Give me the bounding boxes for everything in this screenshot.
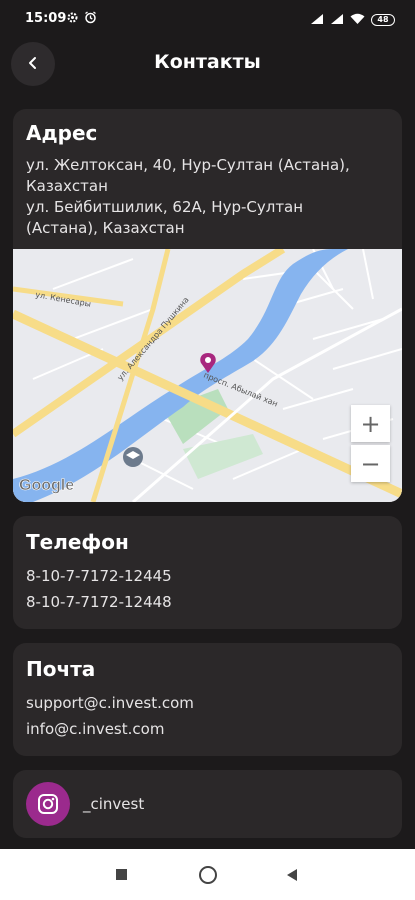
address-line: ул. Бейбитшилик, 62А, Нур-Султан (26, 198, 304, 216)
back-nav-icon[interactable] (286, 867, 298, 886)
recents-button[interactable] (116, 869, 127, 880)
instagram-card[interactable]: _cinvest (13, 770, 402, 838)
address-line: ул. Желтоксан, 40, Нур-Султан (Астана), (26, 156, 350, 174)
mail-card: Почта support@c.invest.com info@c.invest… (13, 643, 402, 756)
app-header: Контакты (0, 36, 415, 96)
home-button[interactable] (199, 866, 217, 884)
gear-icon (66, 9, 79, 28)
school-icon (123, 447, 143, 467)
signal-2-icon (330, 10, 344, 29)
mail-title: Почта (26, 657, 96, 681)
page-title: Контакты (154, 51, 261, 73)
google-logo: Google (19, 477, 74, 494)
phone-number[interactable]: 8-10-7-7172-12448 (26, 592, 172, 612)
address-line: (Астана), Казахстан (26, 219, 185, 237)
phone-title: Телефон (26, 530, 129, 554)
battery-icon: 48 (371, 13, 395, 26)
status-bar: 15:09 48 (0, 0, 415, 36)
address-line: Казахстан (26, 177, 108, 195)
signal-icon (310, 10, 324, 29)
wifi-icon (350, 10, 365, 29)
address-title: Адрес (26, 121, 98, 145)
email-address[interactable]: info@c.invest.com (26, 719, 164, 739)
instagram-handle: _cinvest (83, 795, 145, 813)
phone-card: Телефон 8-10-7-7172-12445 8-10-7-7172-12… (13, 516, 402, 629)
alarm-icon (84, 9, 97, 28)
instagram-icon (26, 782, 70, 826)
address-card: Адрес ул. Желтоксан, 40, Нур-Султан (Аст… (13, 109, 402, 502)
zoom-out-button[interactable]: − (351, 445, 390, 482)
map[interactable]: ул. Кенесары ул. Александра Пушкина прос… (13, 245, 402, 502)
email-address[interactable]: support@c.invest.com (26, 693, 194, 713)
system-nav-bar (0, 849, 415, 900)
phone-number[interactable]: 8-10-7-7172-12445 (26, 566, 172, 586)
status-time: 15:09 (25, 11, 67, 26)
zoom-in-button[interactable]: + (351, 405, 390, 442)
